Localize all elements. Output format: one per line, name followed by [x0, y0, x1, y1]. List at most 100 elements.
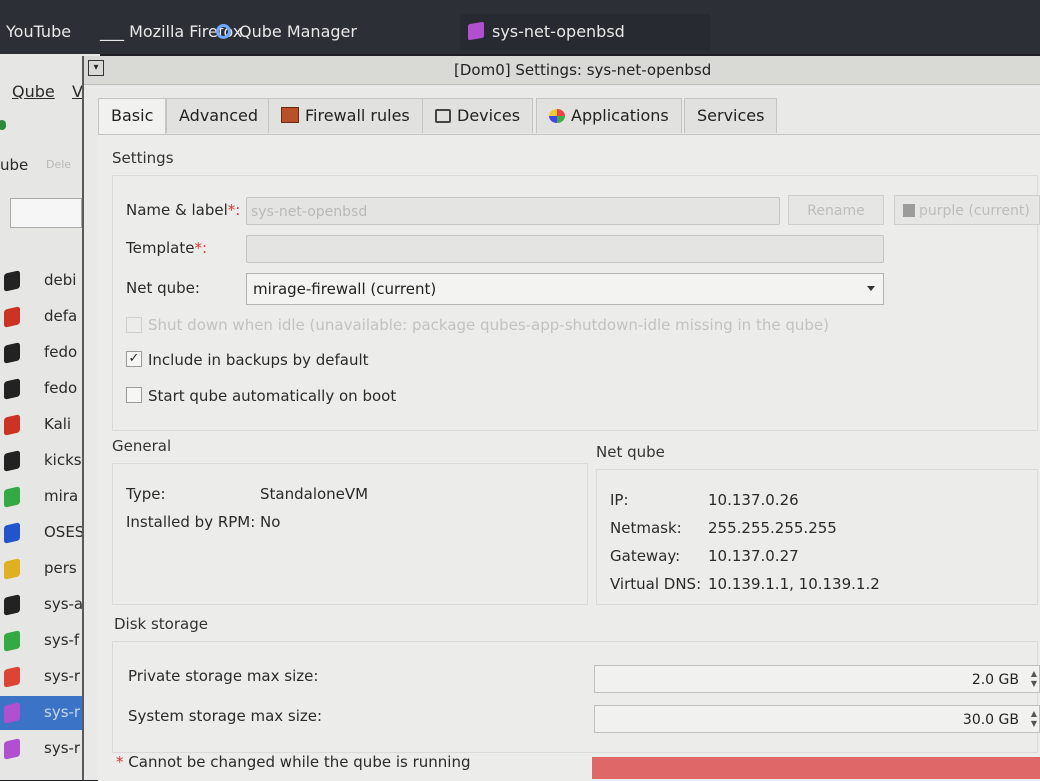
private-storage-label: Private storage max size:	[128, 667, 319, 685]
required-mark: *:	[227, 201, 241, 219]
qube-name: sys-r	[44, 703, 81, 721]
qube-name: fedo	[44, 379, 78, 397]
template-combo[interactable]	[246, 235, 884, 263]
taskbar-item-label: sys-net-openbsd	[492, 22, 625, 41]
tab-services[interactable]: Services	[684, 98, 778, 133]
qube-name: mira	[44, 487, 79, 505]
disk-storage-group	[112, 641, 1038, 753]
spin-arrows-icon[interactable]: ▲ ▼	[1027, 669, 1037, 689]
menu-qube[interactable]: Qube	[12, 82, 55, 101]
search-input[interactable]	[10, 198, 82, 228]
rpm-label: Installed by RPM:	[126, 513, 256, 531]
gateway-label: Gateway:	[610, 547, 681, 565]
qube-name: pers	[44, 559, 77, 577]
qube-name: sys-a	[44, 595, 84, 613]
toolbar-create-qube[interactable]: ube	[0, 156, 28, 174]
spin-arrows-icon[interactable]: ▲ ▼	[1027, 709, 1037, 729]
taskbar-item-youtube[interactable]: YouTube	[6, 14, 71, 50]
netmask-label: Netmask:	[610, 519, 682, 537]
ip-label: IP:	[610, 491, 629, 509]
taskbar-item-label: Qube Manager	[239, 22, 357, 41]
error-bar	[592, 757, 1040, 779]
purple-qube-icon	[468, 21, 484, 41]
required-mark: *:	[194, 239, 208, 257]
tab-label: Applications	[571, 106, 669, 125]
qube-name: Kali	[44, 415, 72, 433]
shutdown-idle-checkbox[interactable]	[126, 317, 142, 333]
qube-name: debi	[44, 271, 77, 289]
system-storage-value: 30.0 GB	[962, 712, 1019, 728]
disk-storage-header: Disk storage	[114, 615, 208, 633]
tab-label: Firewall rules	[305, 106, 410, 125]
qube-color-icon	[4, 378, 20, 400]
type-label: Type:	[126, 485, 166, 503]
qube-name: defa	[44, 307, 78, 325]
basic-tab-content: Settings Name & label*: sys-net-openbsd …	[98, 134, 1040, 781]
window-menu-icon[interactable]: ▾	[88, 60, 104, 76]
qube-color-icon	[4, 486, 20, 508]
qube-color-icon	[4, 558, 20, 580]
private-storage-value: 2.0 GB	[971, 672, 1019, 688]
rename-button[interactable]: Rename	[788, 195, 884, 225]
tab-firewall-rules[interactable]: Firewall rules	[268, 98, 423, 133]
taskbar-item-qube-manager[interactable]: Qube Manager	[216, 14, 357, 50]
required-mark: *	[116, 753, 124, 771]
tab-applications[interactable]: Applications	[536, 98, 682, 133]
gateway-value: 10.137.0.27	[708, 547, 799, 565]
include-backups-label: Include in backups by default	[148, 351, 369, 369]
shutdown-idle-label: Shut down when idle (unavailable: packag…	[148, 316, 829, 334]
qube-color-icon	[4, 594, 20, 616]
label-color-icon	[903, 204, 915, 217]
tab-devices[interactable]: Devices	[422, 98, 534, 133]
system-storage-spinbox[interactable]: 30.0 GB ▲ ▼	[594, 705, 1040, 733]
dns-value: 10.139.1.1, 10.139.1.2	[708, 575, 880, 593]
qube-name: OSES	[44, 523, 84, 541]
taskbar: YouTube ___ Mozilla Firefox Qube Manager…	[0, 0, 1040, 54]
devices-icon	[435, 109, 451, 123]
template-label-text: Template	[126, 239, 195, 257]
tab-basic[interactable]: Basic	[98, 98, 167, 135]
settings-header: Settings	[112, 149, 174, 167]
start-on-boot-label: Start qube automatically on boot	[148, 387, 397, 405]
private-storage-spinbox[interactable]: 2.0 GB ▲ ▼	[594, 665, 1040, 693]
netqube-value: mirage-firewall (current)	[253, 280, 437, 298]
qube-manager-icon	[216, 24, 231, 39]
netqube-combo[interactable]: mirage-firewall (current)	[246, 273, 884, 305]
include-backups-checkbox[interactable]: ✓	[126, 351, 142, 367]
qube-color-icon	[4, 414, 20, 436]
qube-name: sys-f	[44, 631, 80, 649]
tab-label: Advanced	[179, 106, 259, 125]
system-storage-label: System storage max size:	[128, 707, 323, 725]
start-on-boot-checkbox[interactable]	[126, 387, 142, 403]
name-field[interactable]: sys-net-openbsd	[246, 197, 780, 225]
label-value: purple (current)	[919, 203, 1030, 219]
general-header: General	[112, 437, 172, 455]
qube-color-icon	[4, 702, 20, 724]
qube-color-icon	[4, 270, 20, 292]
ip-value: 10.137.0.26	[708, 491, 799, 509]
running-note-text: Cannot be changed while the qube is runn…	[128, 753, 471, 771]
type-value: StandaloneVM	[260, 485, 369, 503]
template-label: Template*:	[126, 239, 207, 257]
name-label-text: Name & label	[126, 201, 228, 219]
qube-name: fedo	[44, 343, 78, 361]
qube-name: sys-r	[44, 667, 81, 685]
taskbar-item-settings-window[interactable]: sys-net-openbsd	[460, 14, 710, 50]
status-icon	[0, 120, 6, 130]
name-label: Name & label*:	[126, 201, 240, 219]
applications-icon	[549, 109, 565, 123]
qube-color-icon	[4, 630, 20, 652]
qube-color-icon	[4, 666, 20, 688]
rpm-value: No	[260, 513, 281, 531]
label-combo[interactable]: purple (current)	[894, 195, 1040, 225]
netqube-label: Net qube:	[126, 279, 200, 297]
qube-color-icon	[4, 522, 20, 544]
firewall-icon	[281, 107, 299, 123]
tab-label: Devices	[457, 106, 521, 125]
qube-color-icon	[4, 306, 20, 328]
toolbar-delete[interactable]: Dele	[46, 158, 71, 171]
tab-advanced[interactable]: Advanced	[166, 98, 272, 133]
netmask-value: 255.255.255.255	[708, 519, 837, 537]
qube-color-icon	[4, 450, 20, 472]
qube-color-icon	[4, 738, 20, 760]
